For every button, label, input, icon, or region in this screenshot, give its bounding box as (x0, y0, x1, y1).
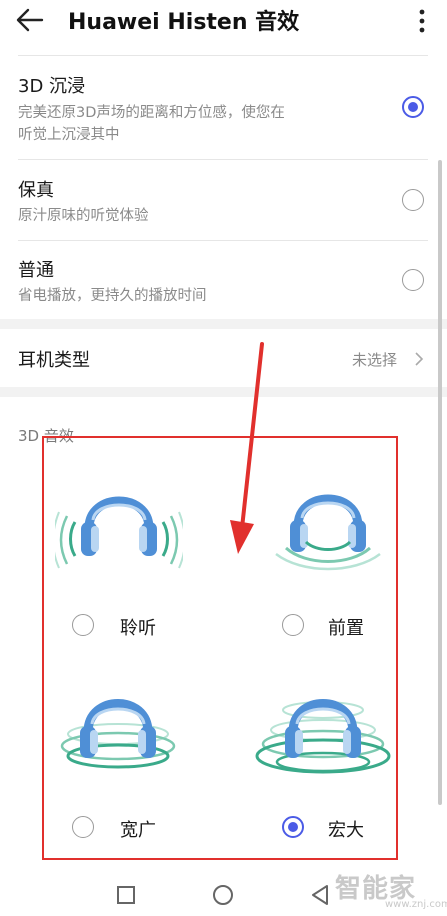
effect-option-label: 聆听 (120, 618, 156, 639)
annotation-arrow-icon (230, 342, 264, 554)
mode-item-normal[interactable]: 普通 省电播放，更持久的播放时间 (0, 241, 447, 319)
mode-item-fidelity[interactable]: 保真 原汁原味的听觉体验 (0, 160, 447, 240)
mode-title: 保真 (18, 180, 54, 201)
mode-description-line: 听觉上沉浸其中 (18, 127, 120, 143)
effect-option-label: 宽广 (120, 820, 156, 841)
radio-button[interactable] (402, 189, 424, 211)
more-vertical-icon[interactable] (412, 6, 432, 36)
circle-home-icon[interactable] (212, 884, 234, 906)
section-separator (0, 319, 447, 329)
effect-option-front[interactable]: 前置 (270, 602, 390, 648)
mode-title: 普通 (18, 260, 54, 281)
headphones-listen-icon (55, 496, 183, 569)
effect-option-label: 前置 (328, 618, 364, 639)
page-title: Huawei Histen 音效 (68, 10, 300, 35)
mode-description-line: 原汁原味的听觉体验 (18, 208, 149, 224)
scrollbar[interactable] (438, 160, 442, 805)
headphone-type-value: 未选择 (352, 351, 398, 369)
headphones-front-icon (275, 494, 381, 571)
effect-option-grand[interactable]: 宏大 (270, 804, 390, 850)
back-arrow-icon[interactable] (14, 6, 46, 34)
headphone-type-label: 耳机类型 (18, 350, 90, 371)
radio-button[interactable] (282, 614, 304, 636)
radio-button[interactable] (402, 269, 424, 291)
mode-description-line: 完美还原3D声场的距离和方位感，使您在 (18, 105, 285, 121)
radio-button-selected[interactable] (282, 816, 304, 838)
effect-option-listen[interactable]: 聆听 (60, 602, 210, 648)
headphones-grand-icon (255, 699, 391, 774)
effect-option-label: 宏大 (328, 820, 364, 841)
mode-title: 3D 沉浸 (18, 76, 86, 97)
square-nav-icon[interactable] (116, 885, 136, 905)
effect-option-wide[interactable]: 宽广 (60, 804, 210, 850)
mode-description-line: 省电播放，更持久的播放时间 (18, 288, 207, 304)
headphones-wide-icon (60, 699, 176, 769)
mode-item-3d-immersive[interactable]: 3D 沉浸 完美还原3D声场的距离和方位感，使您在 听觉上沉浸其中 (0, 56, 447, 159)
watermark-url: www.znj.com (385, 899, 447, 910)
radio-button[interactable] (72, 614, 94, 636)
chevron-right-icon (415, 352, 424, 366)
radio-button[interactable] (72, 816, 94, 838)
triangle-back-icon[interactable] (310, 884, 330, 906)
radio-button-selected[interactable] (402, 96, 424, 118)
app-header: Huawei Histen 音效 (0, 0, 447, 40)
